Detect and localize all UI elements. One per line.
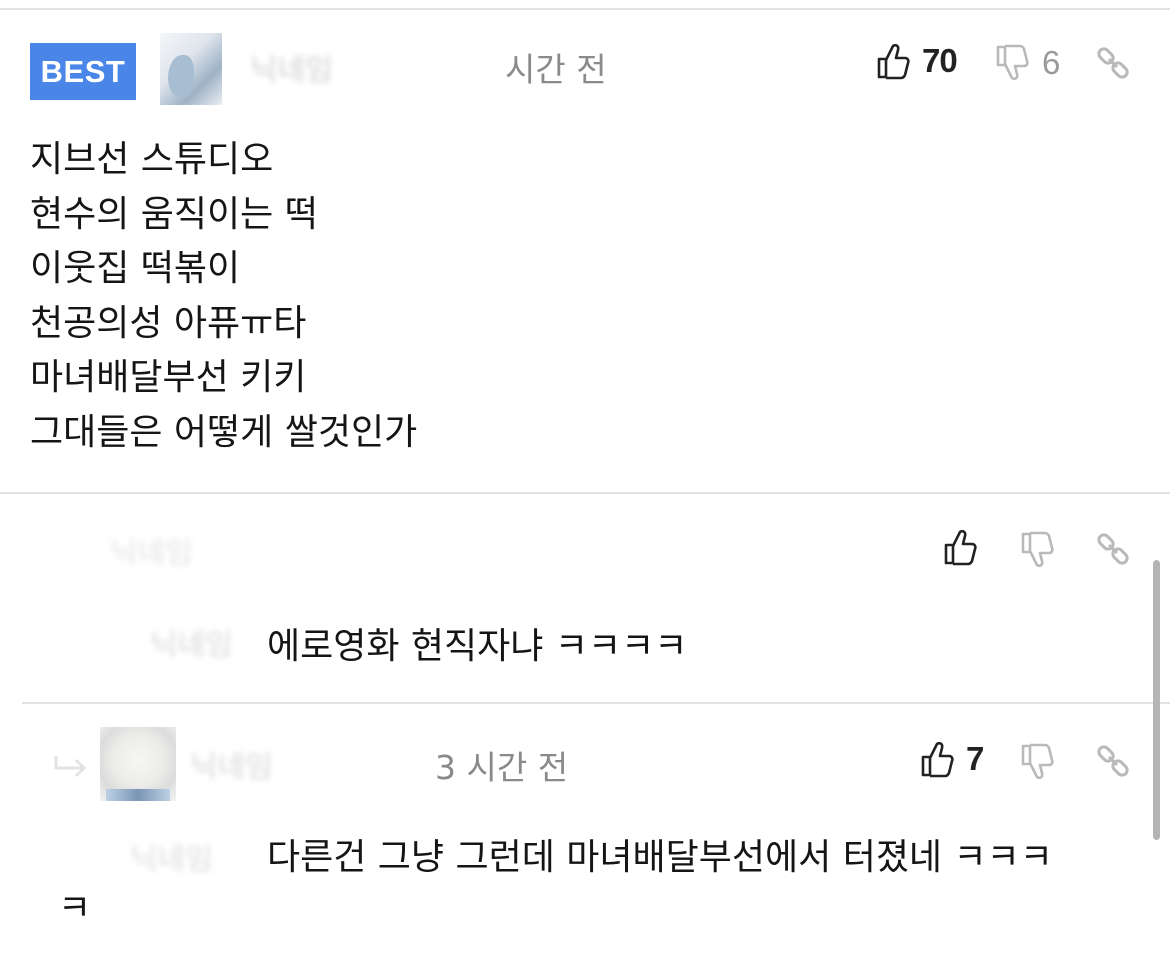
mention-name[interactable]: 닉네임: [130, 834, 213, 878]
dislike-button[interactable]: [1020, 531, 1054, 569]
link-button[interactable]: [1095, 743, 1131, 779]
scrollbar[interactable]: [1153, 560, 1160, 840]
thumbs-up-icon: [920, 740, 954, 778]
reply-body: 에로영화 현직자냐 ㅋㅋㅋㅋ: [267, 626, 688, 667]
author-name[interactable]: 닉네임: [110, 528, 193, 572]
comment-line: 지브선 스튜디오: [30, 139, 274, 180]
top-divider: [0, 8, 1170, 10]
dislike-count: 6: [1042, 44, 1061, 81]
like-count: 7: [966, 740, 985, 777]
reply-arrow-icon: [52, 752, 90, 786]
comment-line: 마녀배달부선 키키: [30, 357, 307, 398]
avatar[interactable]: [100, 727, 176, 801]
reply-divider: [22, 702, 1170, 704]
comment-time: 시간 전: [505, 50, 607, 89]
comment-body: 지브선 스튜디오 현수의 움직이는 떡 이웃집 떡볶이 천공의성 아퓨ㅠ타 마녀…: [30, 133, 417, 460]
thumbs-down-icon: [995, 44, 1029, 82]
comment-line: 현수의 움직이는 떡: [30, 193, 318, 235]
thumbs-up-icon: [876, 42, 910, 80]
like-button[interactable]: 7: [920, 740, 984, 778]
link-icon: [1095, 45, 1131, 81]
link-icon: [1095, 531, 1131, 567]
author-name[interactable]: 닉네임: [190, 742, 273, 786]
reply-body-line: ㅋ: [58, 888, 92, 929]
link-button[interactable]: [1095, 531, 1131, 567]
like-button[interactable]: 70: [876, 42, 958, 80]
best-badge: BEST: [30, 43, 136, 100]
mention-name[interactable]: 닉네임: [150, 620, 233, 664]
reply-body-line: 다른건 그냥 그런데 마녀배달부선에서 터졌네 ㅋㅋㅋ: [267, 837, 1053, 878]
like-button[interactable]: [943, 528, 977, 566]
thumbs-down-icon: [1020, 531, 1054, 569]
thumbs-down-icon: [1020, 743, 1054, 781]
author-name[interactable]: 닉네임: [250, 45, 333, 89]
comment-line: 천공의성 아퓨ㅠ타: [30, 302, 307, 344]
comment-time: 3 시간 전: [435, 748, 569, 787]
comment-line: 그대들은 어떻게 쌀것인가: [30, 411, 418, 453]
like-count: 70: [922, 42, 958, 79]
thumbs-up-icon: [943, 528, 977, 566]
avatar[interactable]: [160, 33, 222, 105]
comment-line: 이웃집 떡볶이: [30, 248, 241, 289]
dislike-button[interactable]: 6: [995, 44, 1060, 82]
link-button[interactable]: [1095, 45, 1131, 81]
dislike-button[interactable]: [1020, 743, 1054, 781]
section-divider: [0, 492, 1170, 494]
link-icon: [1095, 743, 1131, 779]
